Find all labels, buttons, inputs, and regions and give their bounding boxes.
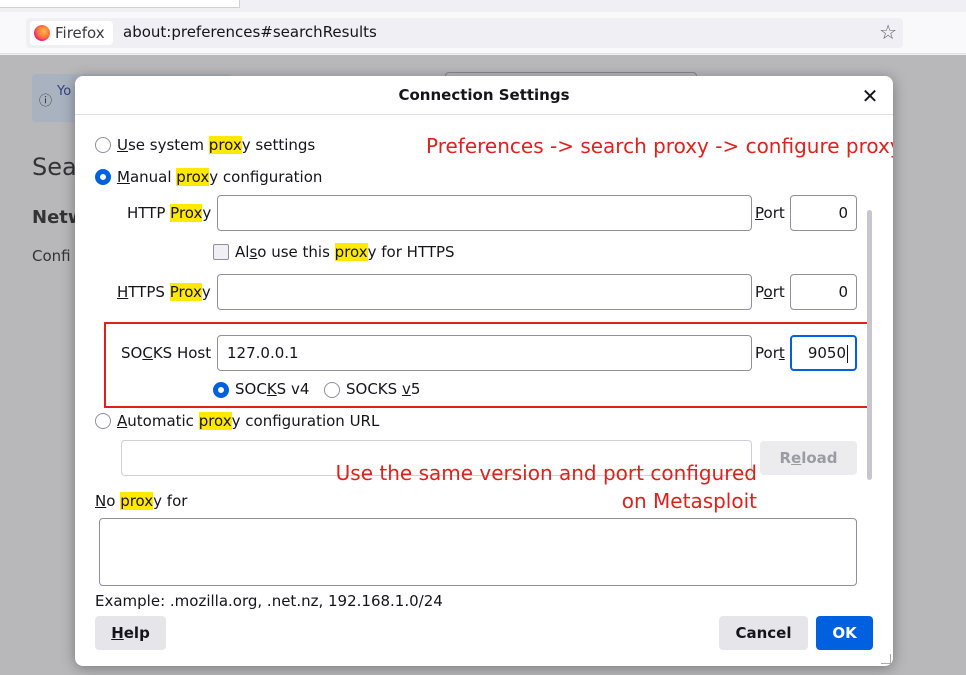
section-text: Confi: [32, 247, 71, 265]
label-part: TTPS: [128, 283, 170, 301]
label-part: R: [779, 449, 792, 467]
https-port-label: Port: [755, 282, 785, 302]
search-highlight: Prox: [170, 204, 203, 222]
label-part: se system: [127, 136, 209, 154]
label-part: o: [106, 492, 121, 510]
identity-label: Firefox: [55, 24, 105, 42]
bookmark-star-icon[interactable]: ☆: [879, 20, 897, 44]
search-highlight: prox: [334, 243, 368, 261]
socks-annotation-box: [104, 322, 872, 408]
label-part: HTTP: [127, 204, 171, 222]
label-part: A: [117, 412, 128, 430]
search-highlight: prox: [120, 492, 154, 510]
active-tab[interactable]: [0, 0, 240, 8]
resize-grip-icon[interactable]: [881, 654, 891, 664]
auto-proxy-radio[interactable]: [95, 413, 111, 429]
no-proxy-example: Example: .mozilla.org, .net.nz, 192.168.…: [95, 592, 443, 610]
label-part: o: [763, 283, 773, 301]
label-part: M: [117, 168, 130, 186]
connection-settings-dialog: Connection Settings ✕ Use system proxy s…: [75, 76, 893, 666]
firefox-logo-icon: [34, 25, 50, 41]
label-part: N: [95, 492, 107, 510]
label-part: P: [755, 283, 764, 301]
label-part: y for: [153, 492, 188, 510]
http-port-label: Port: [755, 203, 785, 223]
url-text[interactable]: about:preferences#searchResults: [123, 23, 377, 41]
label-part: y for HTTPS: [367, 243, 455, 261]
also-https-label[interactable]: Also use this proxy for HTTPS: [235, 242, 455, 262]
dialog-scrollbar-thumb[interactable]: [867, 210, 872, 480]
help-button[interactable]: Help: [95, 616, 166, 650]
label-part: load: [801, 449, 838, 467]
label-part: rt: [772, 283, 785, 301]
https-proxy-input[interactable]: [217, 274, 752, 310]
no-proxy-textarea[interactable]: [99, 518, 857, 586]
page-heading: Sea: [32, 153, 77, 181]
url-bar[interactable]: Firefox about:preferences#searchResults …: [26, 18, 903, 48]
search-highlight: Prox: [169, 283, 202, 301]
cancel-button[interactable]: Cancel: [719, 616, 808, 650]
annotation-top: Preferences -> search proxy -> configure…: [426, 134, 893, 158]
label-part: ort: [763, 204, 785, 222]
tab-strip: [0, 0, 966, 12]
label-part: elp: [123, 624, 150, 642]
reload-button[interactable]: Reload: [760, 441, 857, 475]
label-part: U: [117, 136, 128, 154]
http-proxy-label: HTTP Proxy: [127, 203, 211, 223]
search-highlight: prox: [208, 136, 242, 154]
label-part: y configuration URL: [231, 412, 380, 430]
annotation-middle-line1: Use the same version and port configured: [335, 461, 757, 485]
also-https-checkbox[interactable]: [213, 244, 229, 260]
label-part: anual: [129, 168, 177, 186]
https-proxy-label: HTTPS Proxy: [117, 282, 211, 302]
https-port-input[interactable]: 0: [790, 274, 857, 310]
label-part: y configuration: [209, 168, 323, 186]
label-part: y: [202, 204, 212, 222]
navigation-toolbar: Firefox about:preferences#searchResults …: [0, 12, 966, 54]
annotation-middle-line2: on Metasploit: [621, 489, 757, 513]
label-part: H: [111, 624, 124, 642]
search-highlight: prox: [176, 168, 210, 186]
system-proxy-radio[interactable]: [95, 137, 111, 153]
auto-proxy-label[interactable]: Automatic proxy configuration URL: [117, 411, 379, 431]
label-part: utomatic: [127, 412, 199, 430]
identity-box[interactable]: Firefox: [30, 21, 113, 45]
label-part: P: [755, 204, 764, 222]
http-proxy-input[interactable]: [217, 195, 752, 231]
manual-proxy-label[interactable]: Manual proxy configuration: [117, 167, 322, 187]
label-part: y settings: [241, 136, 316, 154]
label-part: o use this: [257, 243, 335, 261]
no-proxy-label: No proxy for: [95, 491, 187, 511]
dialog-title: Connection Settings: [398, 86, 570, 104]
system-proxy-label[interactable]: Use system proxy settings: [117, 135, 315, 155]
info-icon: ⓘ: [39, 94, 53, 109]
label-part: H: [117, 283, 129, 301]
http-port-input[interactable]: 0: [790, 195, 857, 231]
title-divider: [75, 114, 893, 115]
ok-button[interactable]: OK: [816, 616, 873, 650]
close-icon[interactable]: ✕: [857, 83, 883, 109]
label-part: y: [201, 283, 211, 301]
label-part: e: [791, 449, 802, 467]
manual-proxy-radio[interactable]: [95, 169, 111, 185]
label-part: Al: [235, 243, 250, 261]
search-highlight: prox: [198, 412, 232, 430]
